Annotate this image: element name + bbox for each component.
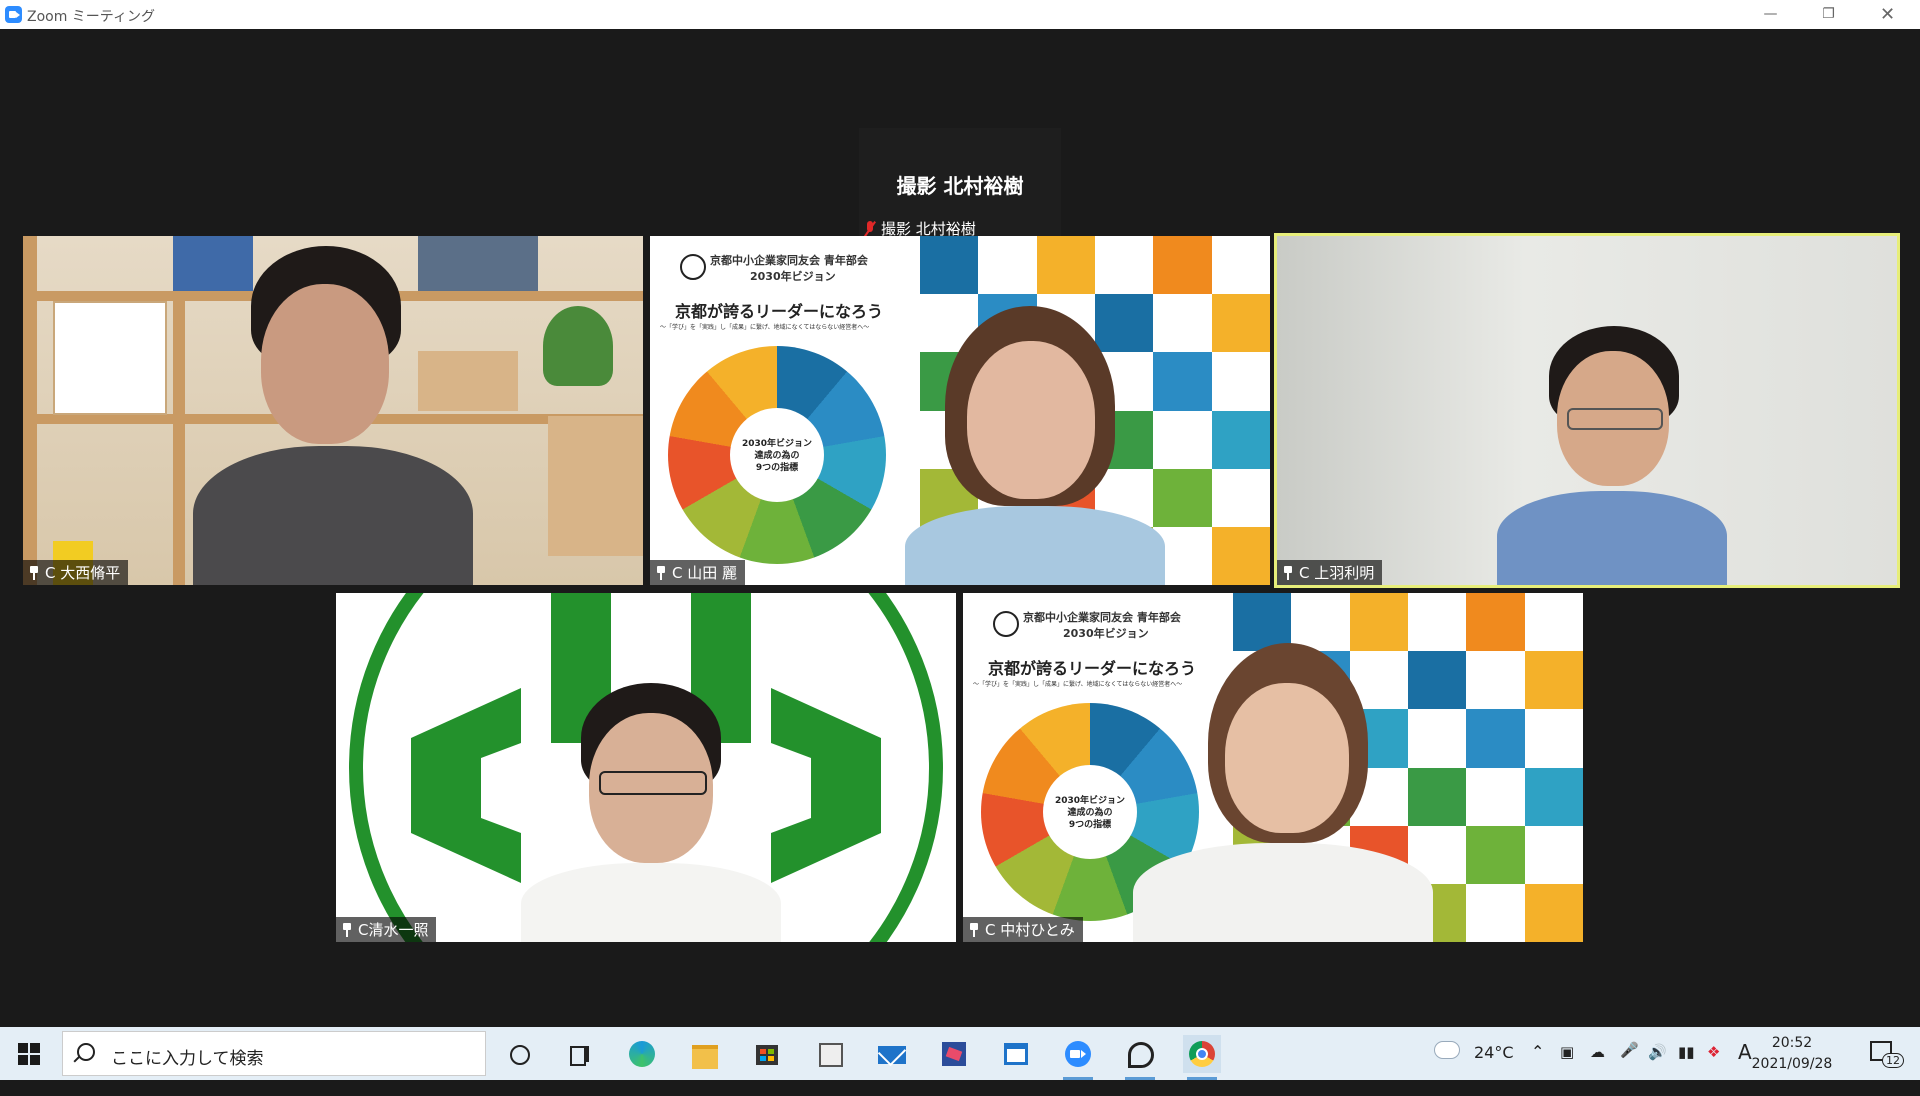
participant-name-label: C 中村ひとみ	[963, 917, 1083, 942]
vision-slide: 京都中小企業家同友会 青年部会 2030年ビジョン 京都が誇るリーダーになろう …	[650, 236, 920, 585]
notification-center-button[interactable]: 12	[1862, 1027, 1904, 1080]
participant-name-text: C 中村ひとみ	[985, 921, 1075, 939]
slide-subline: 〜「学び」を「実践」し「成果」に繋げ、地域になくてはならない経営者へ〜	[660, 324, 870, 331]
close-button[interactable]: ✕	[1865, 0, 1910, 29]
store-icon[interactable]	[748, 1035, 786, 1073]
org-logo-icon	[680, 254, 706, 280]
chrome-icon[interactable]	[1183, 1035, 1221, 1080]
taskbar-search-box[interactable]: ここに入力して検索	[62, 1031, 486, 1076]
battery-icon[interactable]: ▮▮	[1678, 1043, 1695, 1096]
window-title: Zoom ミーティング	[27, 9, 155, 25]
participant-name-label: C清水一照	[336, 917, 437, 942]
file-explorer-icon[interactable]	[686, 1035, 724, 1073]
glasses	[599, 771, 707, 795]
minimize-button[interactable]: —	[1748, 0, 1793, 29]
weather-cloud-icon	[1434, 1041, 1460, 1059]
cabinet-door	[53, 301, 167, 415]
participant-video-person	[173, 246, 473, 585]
volume-icon[interactable]: 🔊	[1648, 1043, 1667, 1096]
show-hidden-icons-chevron-up-icon[interactable]: ⌃	[1531, 1042, 1544, 1095]
participant-name-text: C 山田 麗	[672, 564, 738, 582]
zoom-icon[interactable]	[1059, 1035, 1097, 1080]
meet-now-icon[interactable]: ▣	[1560, 1043, 1574, 1096]
participant-video-person	[521, 683, 781, 942]
slide-year: 2030年ビジョン	[1063, 627, 1149, 640]
start-button[interactable]	[18, 1043, 40, 1065]
calendar-icon[interactable]	[997, 1035, 1035, 1073]
shelf-post	[23, 236, 37, 585]
participant-name-text: C 上羽利明	[1299, 564, 1375, 582]
mic-muted-icon	[865, 220, 875, 237]
participant-name-text: C 大西脩平	[45, 564, 121, 582]
participant-video-person	[1133, 643, 1433, 942]
vision-wheel: 2030年ビジョン 達成の為の 9つの指標	[668, 346, 886, 564]
wheel-center-text: 2030年ビジョン 達成の為の 9つの指標	[1054, 796, 1126, 830]
slide-year: 2030年ビジョン	[750, 270, 836, 283]
taskbar-clock[interactable]: 20:52 2021/09/28	[1742, 1033, 1842, 1075]
participant-tile-nakamura[interactable]: 京都中小企業家同友会 青年部会 2030年ビジョン 京都が誇るリーダーになろう …	[963, 593, 1583, 942]
org-logo-icon	[993, 611, 1019, 637]
snip-icon[interactable]	[811, 1035, 849, 1073]
pin-icon	[969, 922, 979, 937]
mail-icon[interactable]	[873, 1035, 911, 1073]
app-icon[interactable]	[1121, 1035, 1159, 1080]
pin-icon	[29, 565, 39, 580]
participant-display-name: 撮影 北村裕樹	[896, 174, 1024, 198]
onedrive-icon[interactable]: ☁	[1590, 1043, 1605, 1096]
slide-org: 京都中小企業家同友会 青年部会	[1023, 611, 1181, 624]
wheel-center-text: 2030年ビジョン 達成の為の 9つの指標	[741, 439, 813, 473]
participant-tile-yamada[interactable]: 京都中小企業家同友会 青年部会 2030年ビジョン 京都が誇るリーダーになろう …	[650, 236, 1270, 585]
participant-name-label: C 上羽利明	[1277, 560, 1383, 585]
weather-widget[interactable]: 24°C	[1434, 1027, 1514, 1080]
slide-org: 京都中小企業家同友会 青年部会	[710, 254, 868, 267]
notification-count-badge: 12	[1882, 1053, 1904, 1068]
title-bar: Zoom ミーティング — ❐ ✕	[0, 0, 1920, 30]
cortana-icon[interactable]	[500, 1035, 538, 1073]
microphone-icon[interactable]: 🎤	[1620, 1041, 1639, 1094]
participant-name-label: C 山田 麗	[650, 560, 746, 585]
participant-tile-shimizu[interactable]: C清水一照	[336, 593, 956, 942]
glasses	[1567, 408, 1663, 430]
participant-video-person	[905, 306, 1165, 585]
edge-icon[interactable]	[623, 1035, 661, 1073]
plant	[543, 306, 613, 386]
participant-tile-camera-off[interactable]: 撮影 北村裕樹 撮影 北村裕樹	[859, 128, 1061, 241]
pin-icon	[1283, 565, 1293, 580]
restore-button[interactable]: ❐	[1806, 0, 1851, 29]
clock-date: 2021/09/28	[1751, 1056, 1833, 1072]
powerpoint-like-icon[interactable]	[935, 1035, 973, 1073]
pin-icon	[656, 565, 666, 580]
search-icon	[77, 1043, 95, 1061]
dropbox-icon[interactable]: ❖	[1707, 1043, 1720, 1096]
zoom-app-icon	[5, 6, 22, 23]
meeting-gallery: 撮影 北村裕樹 撮影 北村裕樹 C 大西脩平 京都中小企業家同友会 青年部会 2…	[0, 29, 1920, 1027]
participant-video-person	[1497, 326, 1727, 585]
drawer-stack	[548, 416, 643, 556]
search-placeholder: ここに入力して検索	[111, 1049, 264, 1069]
windows-taskbar: ここに入力して検索 24°C ⌃ ▣ ☁ 🎤 🔊 ▮▮ ❖ A 20:52 20…	[0, 1027, 1920, 1080]
weather-temperature: 24°C	[1474, 1043, 1514, 1062]
pin-icon	[342, 922, 352, 937]
clock-time: 20:52	[1771, 1035, 1813, 1051]
slide-headline: 京都が誇るリーダーになろう	[675, 302, 884, 321]
participant-name-label: C 大西脩平	[23, 560, 129, 585]
participant-tile-ueba-active-speaker[interactable]: C 上羽利明	[1274, 233, 1900, 588]
task-view-icon[interactable]	[561, 1035, 599, 1073]
participant-name-text: C清水一照	[358, 921, 429, 939]
participant-tile-onishi[interactable]: C 大西脩平	[23, 236, 643, 585]
